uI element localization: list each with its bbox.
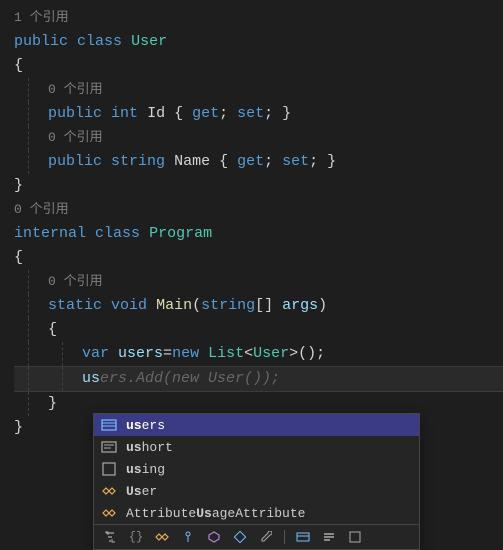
current-code-line[interactable]: users.Add(new User()); [14,366,503,392]
intellisense-item[interactable]: using [94,458,419,480]
intellisense-toolbar: {} [94,524,419,549]
filter-method-icon[interactable] [206,529,222,545]
intellisense-item[interactable]: User [94,480,419,502]
intellisense-popup[interactable]: users ushort using User AttributeUsageAt… [93,413,420,550]
code-line: { [14,246,503,270]
keyword-icon [100,461,118,477]
filter-target-icon[interactable] [102,529,118,545]
filter-constant-icon[interactable] [321,529,337,545]
code-line: } [14,174,503,198]
code-line: var users=new List<User>(); [14,342,503,366]
code-line: 0 个引用 [14,78,503,102]
class-icon [100,505,118,521]
filter-property-icon[interactable] [258,529,274,545]
code-line: 0 个引用 [14,126,503,150]
code-line: 0 个引用 [14,270,503,294]
filter-keyword-icon[interactable] [347,529,363,545]
intellisense-item[interactable]: ushort [94,436,419,458]
code-line: { [14,318,503,342]
codelens-ref[interactable]: 1 个引用 [14,6,503,30]
local-variable-icon [100,417,118,433]
filter-namespace-icon[interactable]: {} [128,529,144,545]
intellisense-label: ushort [126,440,173,455]
intellisense-label: AttributeUsageAttribute [126,506,305,521]
code-line: public class User [14,30,503,54]
filter-interface-icon[interactable] [180,529,196,545]
filter-class-icon[interactable] [154,529,170,545]
keyword-icon [100,439,118,455]
code-line: public string Name { get; set; } [14,150,503,174]
code-line: { [14,54,503,78]
separator [284,530,285,544]
codelens-ref[interactable]: 0 个引用 [14,198,503,222]
intellisense-label: users [126,418,165,433]
code-editor[interactable]: 1 个引用 public class User { 0 个引用 public i… [0,0,503,440]
intellisense-label: User [126,484,157,499]
filter-field-icon[interactable] [232,529,248,545]
intellisense-item[interactable]: AttributeUsageAttribute [94,502,419,524]
filter-local-icon[interactable] [295,529,311,545]
class-icon [100,483,118,499]
code-line: static void Main(string[] args) [14,294,503,318]
code-line: internal class Program [14,222,503,246]
code-line: public int Id { get; set; } [14,102,503,126]
intellisense-item[interactable]: users [94,414,419,436]
ghost-text: ers.Add(new User()); [100,370,280,387]
intellisense-label: using [126,462,165,477]
